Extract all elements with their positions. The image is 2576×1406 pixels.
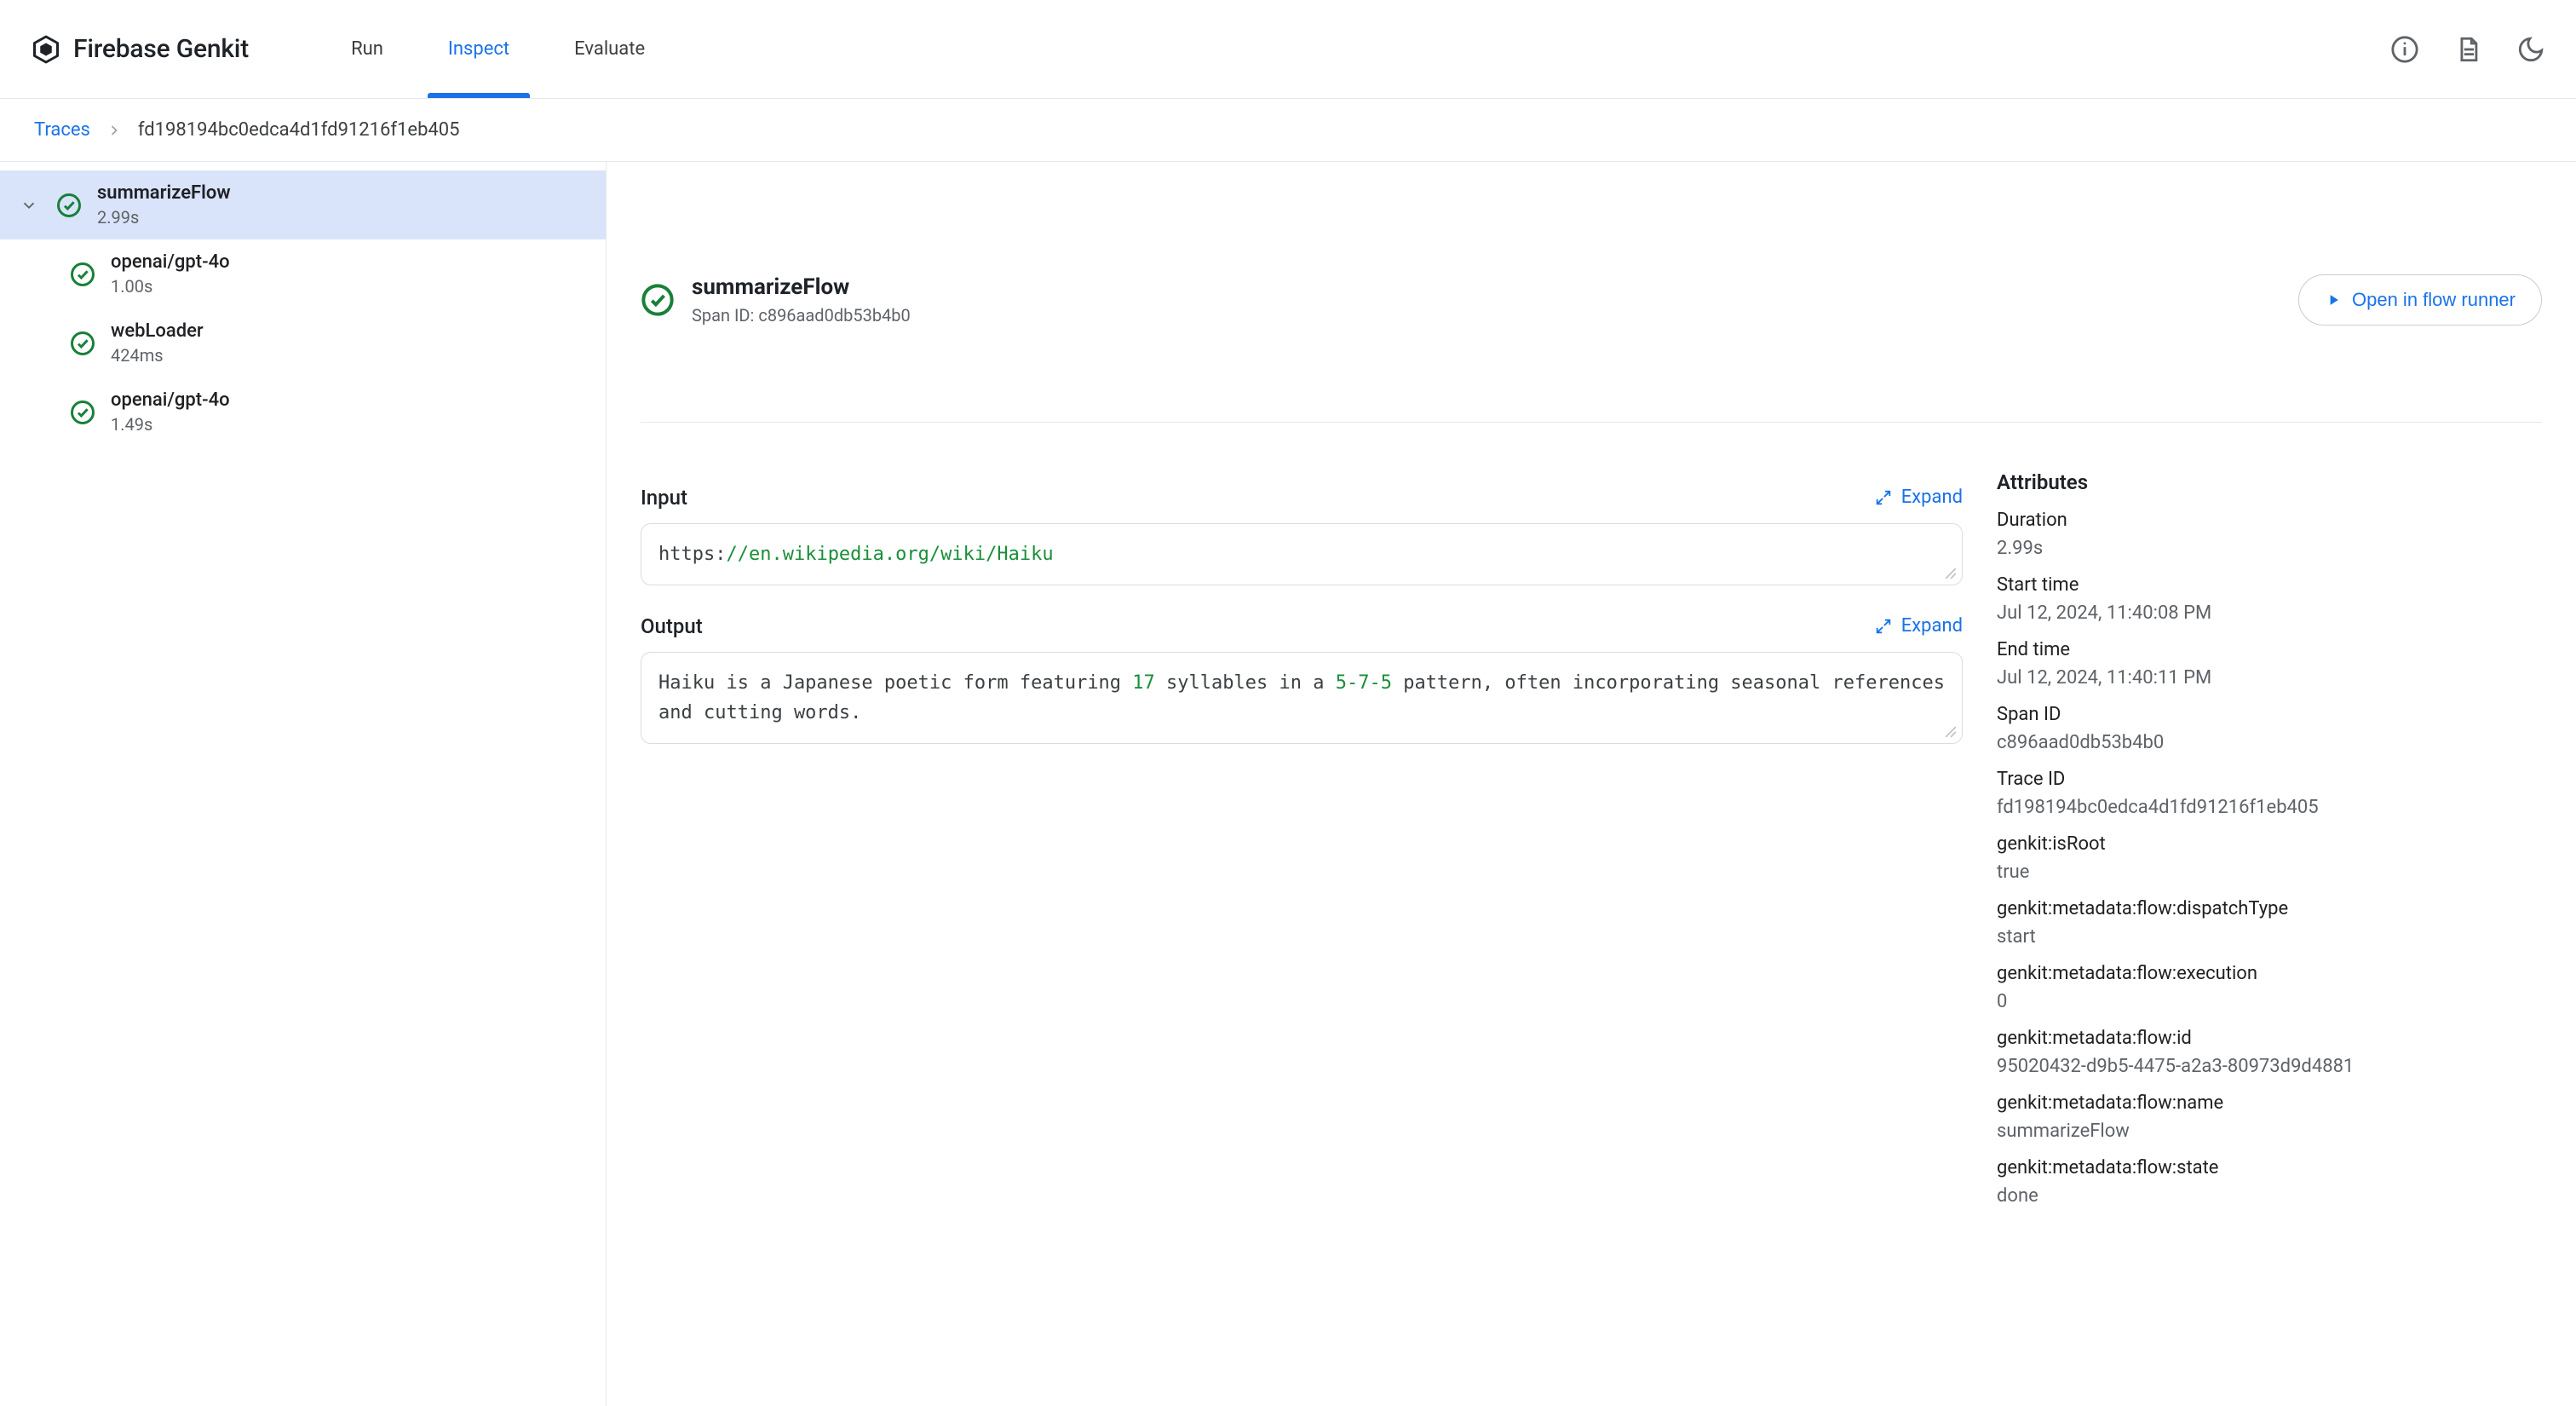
breadcrumb-trace-id: fd198194bc0edca4d1fd91216f1eb405 [138,119,460,141]
status-ok-icon [641,283,675,317]
attr-value: Jul 12, 2024, 11:40:11 PM [1997,667,2542,689]
span-id: c896aad0db53b4b0 [758,305,910,326]
attr-row: Trace ID fd198194bc0edca4d1fd91216f1eb40… [1997,769,2542,818]
attr-value: start [1997,926,2542,948]
tree-node-title: openai/gpt-4o [111,251,230,273]
attr-row: Span ID c896aad0db53b4b0 [1997,704,2542,753]
open-in-flow-runner-label: Open in flow runner [2352,289,2516,311]
tab-inspect[interactable]: Inspect [448,0,509,98]
expand-input-button[interactable]: Expand [1874,487,1963,508]
attr-row: genkit:metadata:flow:state done [1997,1157,2542,1207]
tab-run[interactable]: Run [351,0,383,98]
attr-value: Jul 12, 2024, 11:40:08 PM [1997,602,2542,624]
attr-row: genkit:metadata:flow:dispatchType start [1997,898,2542,948]
output-num1: 17 [1132,672,1155,694]
attr-row: Start time Jul 12, 2024, 11:40:08 PM [1997,574,2542,624]
attr-key: Start time [1997,574,2542,596]
io-column: Input Expand https://en.wikipedia.org/wi… [641,457,1963,1373]
attr-key: Trace ID [1997,769,2542,790]
tree-node-root[interactable]: summarizeFlow 2.99s [0,170,606,239]
attr-key: genkit:metadata:flow:dispatchType [1997,898,2542,919]
attr-row: Duration 2.99s [1997,510,2542,559]
app-root: Firebase Genkit Run Inspect Evaluate [0,0,2576,1406]
info-icon[interactable] [2390,35,2419,64]
attr-key: Span ID [1997,704,2542,725]
span-title: summarizeFlow [692,274,911,300]
attributes-panel: Attributes Duration 2.99s Start time Jul… [1997,457,2542,1373]
output-num2: 5-7-5 [1336,672,1392,694]
breadcrumb: Traces fd198194bc0edca4d1fd91216f1eb405 [0,99,2576,162]
attr-value: summarizeFlow [1997,1121,2542,1142]
tree-node-duration: 2.99s [97,207,231,228]
output-pre: Haiku is a Japanese poetic form featurin… [658,672,1132,694]
attr-row: genkit:metadata:flow:name summarizeFlow [1997,1092,2542,1142]
docs-icon[interactable] [2453,35,2482,64]
brand: Firebase Genkit [31,34,249,65]
workspace: summarizeFlow 2.99s openai/gpt-4o 1.00s [0,162,2576,1406]
chevron-down-icon[interactable] [17,196,41,215]
span-tree: summarizeFlow 2.99s openai/gpt-4o 1.00s [0,162,607,1406]
tree-node-title: summarizeFlow [97,182,231,204]
attr-key: Duration [1997,510,2542,531]
span-header: summarizeFlow Span ID: c896aad0db53b4b0 … [641,186,2542,423]
tree-node[interactable]: openai/gpt-4o 1.00s [0,239,606,308]
resize-handle-icon[interactable] [1945,568,1957,579]
attr-key: End time [1997,639,2542,660]
attr-value: 2.99s [1997,538,2542,559]
attr-value: 95020432-d9b5-4475-a2a3-80973d9d4881 [1997,1056,2542,1077]
tree-node-title: openai/gpt-4o [111,389,230,411]
main-panel: summarizeFlow Span ID: c896aad0db53b4b0 … [607,162,2576,1406]
attr-row: genkit:metadata:flow:id 95020432-d9b5-44… [1997,1028,2542,1077]
tree-node[interactable]: webLoader 424ms [0,308,606,377]
status-ok-icon [68,329,97,358]
app-header: Firebase Genkit Run Inspect Evaluate [0,0,2576,99]
resize-handle-icon[interactable] [1945,726,1957,738]
attr-key: genkit:metadata:flow:state [1997,1157,2542,1178]
input-rest: //en.wikipedia.org/wiki/Haiku [726,544,1053,565]
attr-value: fd198194bc0edca4d1fd91216f1eb405 [1997,797,2542,818]
moon-icon[interactable] [2516,35,2545,64]
genkit-logo-icon [31,34,61,65]
attributes-heading: Attributes [1997,470,2542,494]
attr-value: done [1997,1185,2542,1207]
attr-value: c896aad0db53b4b0 [1997,732,2542,753]
attr-key: genkit:isRoot [1997,833,2542,855]
tree-node-duration: 1.49s [111,414,230,435]
output-heading: Output [641,614,703,638]
tree-node-duration: 424ms [111,345,204,366]
attr-row: End time Jul 12, 2024, 11:40:11 PM [1997,639,2542,689]
attr-key: genkit:metadata:flow:id [1997,1028,2542,1049]
brand-name: Firebase Genkit [73,34,249,64]
output-section: Output Expand Haiku is a Japanese poetic… [641,601,1963,744]
attr-value: 0 [1997,991,2542,1012]
input-heading: Input [641,486,687,510]
status-ok-icon [68,260,97,289]
status-ok-icon [55,191,83,220]
attr-key: genkit:metadata:flow:execution [1997,963,2542,984]
input-section: Input Expand https://en.wikipedia.org/wi… [641,472,1963,585]
status-ok-icon [68,398,97,427]
tree-node-duration: 1.00s [111,276,230,297]
expand-label: Expand [1901,615,1963,637]
input-codebox[interactable]: https://en.wikipedia.org/wiki/Haiku [641,523,1963,585]
attr-value: true [1997,861,2542,883]
expand-output-button[interactable]: Expand [1874,615,1963,637]
tree-node[interactable]: openai/gpt-4o 1.49s [0,377,606,447]
expand-label: Expand [1901,487,1963,508]
input-scheme: https: [658,544,726,565]
output-codebox[interactable]: Haiku is a Japanese poetic form featurin… [641,652,1963,744]
tab-evaluate[interactable]: Evaluate [574,0,645,98]
attr-row: genkit:isRoot true [1997,833,2542,883]
tree-node-title: webLoader [111,320,204,342]
open-in-flow-runner-button[interactable]: Open in flow runner [2298,274,2542,326]
breadcrumb-traces[interactable]: Traces [34,119,90,141]
span-subtitle: Span ID: c896aad0db53b4b0 [692,305,911,326]
header-tabs: Run Inspect Evaluate [351,0,645,98]
attr-key: genkit:metadata:flow:name [1997,1092,2542,1114]
header-actions [2390,35,2545,64]
chevron-right-icon [106,122,123,139]
output-mid: syllables in a [1155,672,1336,694]
span-sub-prefix: Span ID: [692,305,758,326]
attr-row: genkit:metadata:flow:execution 0 [1997,963,2542,1012]
